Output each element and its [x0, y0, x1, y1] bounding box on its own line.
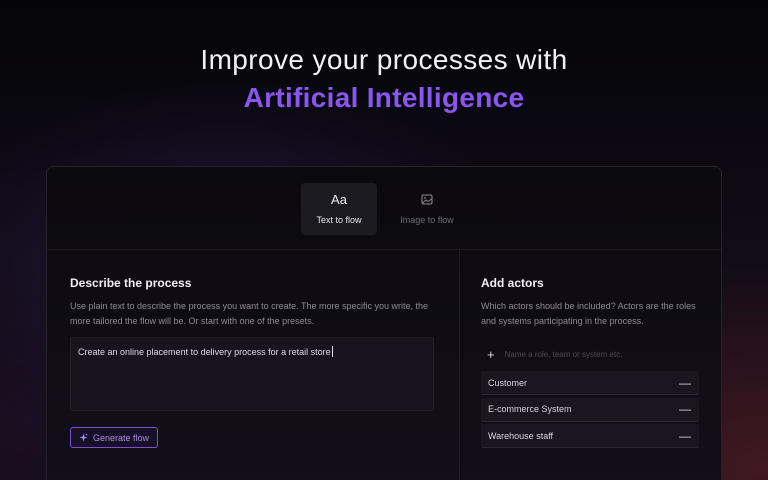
describe-process-title: Describe the process [70, 276, 192, 290]
tab-text-to-flow[interactable]: Aa Text to flow [301, 183, 377, 235]
image-icon [421, 194, 433, 205]
panel-divider [459, 249, 460, 480]
minus-icon[interactable]: — [679, 403, 691, 415]
hero-heading: Improve your processes with Artificial I… [0, 40, 768, 118]
add-actors-title: Add actors [481, 276, 544, 290]
describe-process-description: Use plain text to describe the process y… [70, 301, 429, 326]
tab-image-to-flow[interactable]: Image to flow [389, 183, 465, 235]
hero-title-line1: Improve your processes with [200, 44, 568, 75]
minus-icon[interactable]: — [679, 430, 691, 442]
actor-name: E-commerce System [488, 404, 572, 414]
add-actors-description: Which actors should be included? Actors … [481, 301, 696, 326]
hero-title-highlight: Artificial Intelligence [243, 82, 525, 113]
flow-generator-card: Aa Text to flow Image to flow Describe t… [46, 166, 722, 480]
describe-process-panel: Describe the process Use plain text to d… [70, 275, 435, 448]
actor-item: Customer — [481, 371, 699, 395]
header-divider [47, 249, 721, 250]
generate-flow-button[interactable]: Generate flow [70, 427, 159, 448]
process-prompt-text: Create an online placement to delivery p… [78, 347, 331, 357]
tab-label: Image to flow [400, 215, 454, 225]
actor-item: E-commerce System — [481, 397, 699, 422]
text-icon: Aa [331, 192, 347, 207]
tab-label: Text to flow [316, 215, 362, 225]
actor-input-placeholder: Name a role, team or system etc. [504, 349, 623, 359]
actor-name-input[interactable]: + Name a role, team or system etc. [481, 341, 699, 367]
plus-icon[interactable]: + [487, 348, 495, 361]
add-actors-panel: Add actors Which actors should be includ… [481, 275, 699, 448]
actor-item: Warehouse staff — [481, 424, 699, 448]
mode-tabs: Aa Text to flow Image to flow [301, 183, 465, 235]
actor-list: Customer — E-commerce System — Warehouse… [481, 371, 699, 451]
actor-name: Warehouse staff [488, 430, 554, 441]
generate-flow-label: Generate flow [93, 432, 150, 443]
process-description-input[interactable]: Create an online placement to delivery p… [70, 337, 434, 411]
actor-name: Customer [488, 377, 528, 388]
minus-icon[interactable]: — [679, 377, 691, 389]
sparkle-icon [79, 433, 88, 442]
text-caret [331, 346, 333, 357]
